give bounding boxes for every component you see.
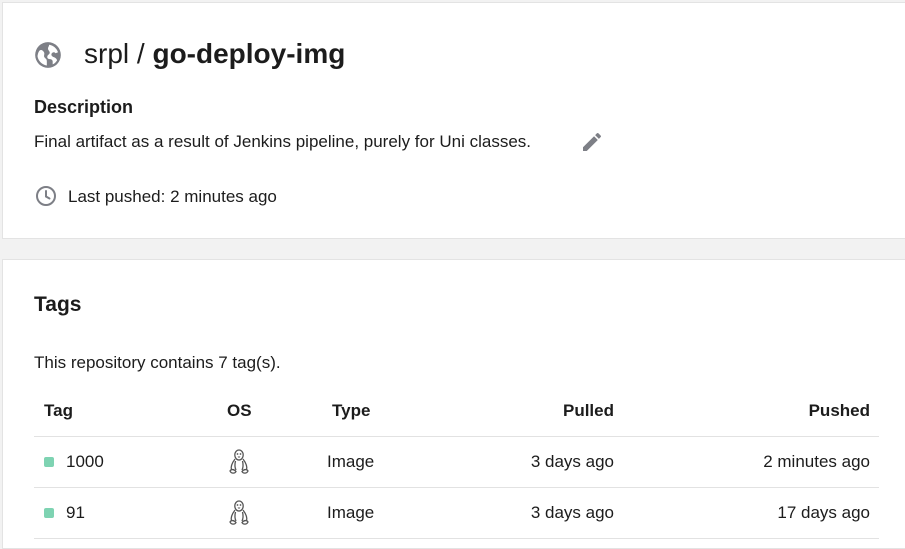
os-cell <box>227 488 251 538</box>
last-pushed-text: Last pushed: 2 minutes ago <box>68 187 277 206</box>
title-separator: / <box>136 38 145 69</box>
table-header: Tag OS Type Pulled Pushed <box>34 386 879 437</box>
type-cell: Image <box>327 452 375 471</box>
pulled-cell: 3 days ago <box>530 452 614 471</box>
tags-heading: Tags <box>34 293 82 316</box>
tag-cell: 91 <box>44 488 85 538</box>
description-heading: Description <box>34 97 134 117</box>
tags-summary: This repository contains 7 tag(s). <box>34 353 281 372</box>
clock-icon <box>36 186 56 206</box>
tag-name-link[interactable]: 1000 <box>66 452 104 472</box>
table-row[interactable]: 1000 Image 3 days ago 2 minutes ago <box>34 437 879 488</box>
globe-icon <box>35 42 61 68</box>
description-text: Final artifact as a result of Jenkins pi… <box>34 132 532 151</box>
repository-namespace: srpl <box>84 38 130 69</box>
repository-name: go-deploy-img <box>152 38 346 69</box>
type-cell: Image <box>327 503 375 522</box>
tags-table: Tag OS Type Pulled Pushed 1000 Image 3 d… <box>34 386 879 539</box>
tags-card: Tags This repository contains 7 tag(s). … <box>2 259 905 549</box>
pushed-cell: 17 days ago <box>777 503 870 522</box>
column-header-os: OS <box>227 401 252 420</box>
pencil-icon[interactable] <box>580 130 604 154</box>
table-row[interactable]: 91 Image 3 days ago 17 days ago <box>34 488 879 539</box>
linux-icon <box>229 500 249 525</box>
tag-status-dot <box>44 508 54 518</box>
tag-name-link[interactable]: 91 <box>66 503 85 523</box>
tag-cell: 1000 <box>44 437 104 487</box>
os-cell <box>227 437 251 487</box>
column-header-tag: Tag <box>44 401 73 420</box>
column-header-pushed: Pushed <box>808 401 870 420</box>
column-header-type: Type <box>332 401 371 420</box>
linux-icon <box>229 449 249 474</box>
column-header-pulled: Pulled <box>562 401 614 420</box>
pushed-cell: 2 minutes ago <box>763 452 870 471</box>
tag-status-dot <box>44 457 54 467</box>
pulled-cell: 3 days ago <box>530 503 614 522</box>
repository-title: srpl / go-deploy-img <box>84 36 345 72</box>
repository-info-card: srpl / go-deploy-img Description Final a… <box>2 2 905 239</box>
